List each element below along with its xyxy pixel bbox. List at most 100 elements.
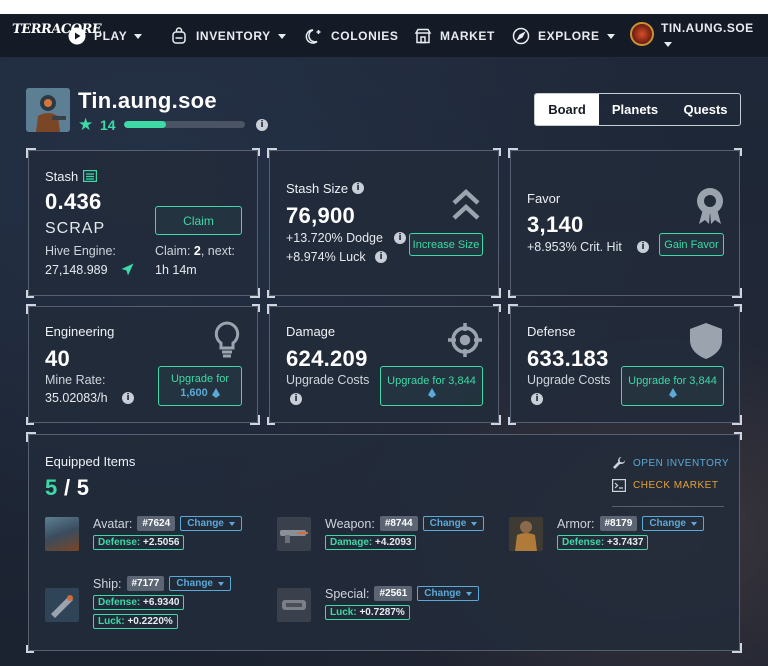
weapon-item-image[interactable]	[277, 517, 311, 551]
nav-colonies[interactable]: COLONIES	[305, 14, 398, 58]
defense-upgrade-costs-label: Upgrade Costs	[527, 373, 611, 387]
weapon-stat: Damage: +4.2093	[325, 535, 417, 550]
ship-item-header: Ship: #7177 Change	[93, 576, 231, 591]
lightbulb-icon	[213, 321, 241, 364]
claim-next-time: 1h 14m	[155, 263, 197, 277]
info-icon[interactable]: i	[531, 393, 543, 405]
favor-title: Favor	[527, 191, 561, 206]
engineering-card: Engineering 40 Mine Rate: 35.02083/h i U…	[26, 304, 260, 425]
chevron-down-icon	[664, 42, 672, 47]
backpack-icon	[170, 27, 188, 45]
upgrade-damage-button[interactable]: Upgrade for 3,844	[380, 366, 483, 406]
stash-size-value: 76,900	[286, 203, 356, 228]
send-icon[interactable]	[121, 263, 134, 281]
play-circle-icon	[68, 27, 86, 45]
claim-label: Claim:	[155, 244, 191, 258]
nav-play[interactable]: PLAY	[68, 14, 143, 58]
terminal-icon	[612, 479, 626, 492]
special-item-header: Special: #2561 Change	[325, 586, 479, 601]
divider	[612, 506, 724, 507]
tab-planets[interactable]: Planets	[599, 94, 671, 125]
stash-size-dodge: +13.720% Dodge	[286, 231, 383, 245]
shield-icon	[688, 322, 724, 365]
tab-quests[interactable]: Quests	[671, 94, 740, 125]
ship-change-button[interactable]: Change	[169, 576, 231, 591]
player-level: 14	[100, 117, 116, 133]
star-icon: ★	[78, 115, 94, 134]
armor-item-id: #8179	[599, 516, 638, 531]
stash-amount: 0.436	[45, 189, 102, 214]
check-market-link[interactable]: CHECK MARKET	[612, 479, 718, 492]
defense-card: Defense 633.183 Upgrade Costs i Upgrade …	[508, 304, 742, 425]
stash-card: Stash 0.436 SCRAP Claim Hive Engine: 27,…	[26, 148, 260, 298]
xp-progress-fill	[124, 121, 167, 128]
armor-change-button[interactable]: Change	[642, 516, 704, 531]
hive-engine-value: 27,148.989	[45, 263, 108, 277]
info-icon[interactable]: i	[394, 232, 406, 244]
info-icon[interactable]: i	[352, 182, 364, 194]
nav-play-label: PLAY	[94, 29, 128, 43]
claim-count: 2	[193, 244, 201, 258]
defense-value: 633.183	[527, 346, 609, 371]
info-icon[interactable]: i	[375, 251, 387, 263]
damage-title: Damage	[286, 324, 336, 339]
open-inventory-label: OPEN INVENTORY	[633, 457, 730, 469]
favor-crit: +8.953% Crit. Hit	[527, 240, 622, 254]
avatar-slot-label: Avatar:	[93, 516, 133, 531]
nav-market-label: MARKET	[440, 29, 495, 43]
claim-button[interactable]: Claim	[155, 206, 242, 235]
engineering-title: Engineering	[45, 324, 115, 339]
ship-slot-label: Ship:	[93, 576, 122, 591]
info-icon[interactable]: i	[637, 241, 649, 253]
info-icon[interactable]: i	[290, 393, 302, 405]
info-icon[interactable]: i	[256, 119, 268, 131]
open-inventory-link[interactable]: OPEN INVENTORY	[612, 456, 729, 470]
equipped-count-display: 5 / 5	[45, 475, 90, 500]
board-tabs: Board Planets Quests	[534, 93, 741, 126]
nav-market[interactable]: MARKET	[414, 14, 495, 58]
chevron-down-icon	[606, 33, 615, 39]
weapon-change-button[interactable]: Change	[422, 516, 485, 531]
armor-item-header: Armor: #8179 Change	[557, 516, 704, 531]
increase-size-button[interactable]: Increase Size	[409, 233, 483, 256]
scrap-token-icon	[427, 388, 436, 398]
avatar-item-id: #7624	[137, 516, 176, 531]
upgrade-damage-label: Upgrade for 3,844	[387, 375, 476, 387]
nav-inventory[interactable]: INVENTORY	[170, 14, 286, 58]
compass-icon	[512, 27, 530, 45]
info-icon[interactable]: i	[122, 392, 134, 404]
weapon-item-id: #8744	[379, 516, 418, 531]
avatar-item-image[interactable]	[45, 517, 79, 551]
armor-item-image[interactable]	[509, 517, 543, 551]
nav-colonies-label: COLONIES	[331, 29, 399, 43]
store-icon	[414, 27, 432, 45]
tab-board[interactable]: Board	[535, 94, 599, 125]
chevron-down-icon	[228, 521, 235, 526]
scrap-token-icon	[668, 388, 677, 398]
upgrade-engineering-button[interactable]: Upgrade for 1,600	[158, 366, 242, 406]
nav-explore[interactable]: EXPLORE	[512, 14, 615, 58]
special-change-button[interactable]: Change	[417, 586, 479, 601]
equipped-count: 5	[45, 475, 58, 500]
special-slot-label: Special:	[325, 586, 370, 601]
chevron-down-icon	[690, 521, 697, 526]
weapon-slot-label: Weapon:	[325, 516, 375, 531]
special-item-image[interactable]	[277, 588, 311, 622]
upgrade-engineering-cost: 1,600	[180, 387, 208, 399]
moon-sparkle-icon	[305, 27, 323, 45]
ship-item-image[interactable]	[45, 588, 79, 622]
avatar-change-button[interactable]: Change	[180, 516, 242, 531]
chevron-down-icon	[277, 33, 286, 39]
xp-progress-bar	[124, 121, 245, 128]
engineering-value: 40	[45, 346, 71, 371]
weapon-item-header: Weapon: #8744 Change	[325, 516, 485, 531]
claim-next-label: , next:	[200, 244, 235, 258]
nav-explore-label: EXPLORE	[538, 29, 600, 43]
gain-favor-button[interactable]: Gain Favor	[659, 233, 724, 256]
user-name: TIN.AUNG.SOE	[661, 21, 754, 35]
upgrade-defense-button[interactable]: Upgrade for 3,844	[621, 366, 724, 406]
claim-info: Claim: 2, next:	[155, 244, 235, 258]
award-ribbon-icon	[695, 187, 725, 230]
mine-rate-label: Mine Rate:	[45, 373, 106, 387]
damage-card: Damage 624.209 Upgrade Costs i Upgrade f…	[267, 304, 501, 425]
